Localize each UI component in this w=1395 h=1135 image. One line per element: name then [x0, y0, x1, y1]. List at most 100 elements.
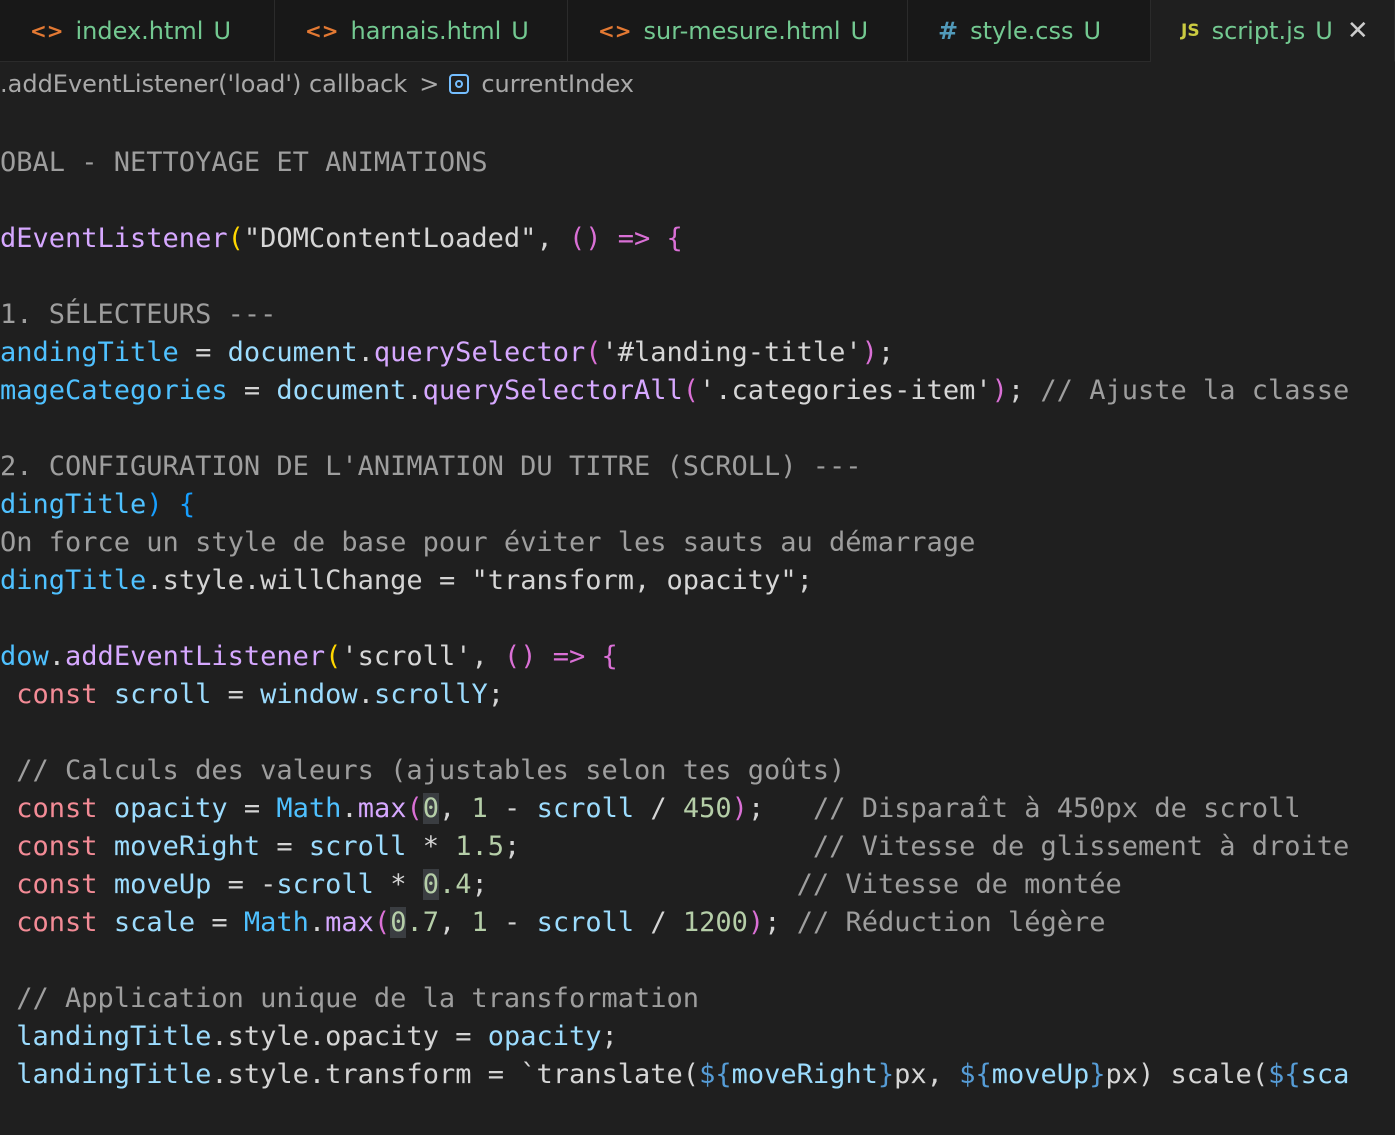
code-token: px) scale(: [1105, 1059, 1269, 1090]
code-token: .: [308, 907, 326, 938]
code-token: scrollY: [373, 679, 488, 710]
code-token: =: [227, 375, 277, 406]
tab-index-html[interactable]: <> index.html U: [0, 0, 275, 61]
code-token: .: [48, 641, 66, 672]
code-token: (: [682, 375, 700, 406]
code-token: '#landing-title': [601, 337, 862, 368]
code-line: andingTitle = document.querySelector('#l…: [0, 334, 894, 372]
breadcrumb-current-index[interactable]: currentIndex: [481, 70, 634, 98]
untracked-status: U: [511, 16, 529, 45]
code-token: const: [16, 793, 98, 824]
code-token: ): [747, 907, 765, 938]
code-token: 1: [471, 907, 488, 938]
code-token: (: [373, 907, 391, 938]
html-icon: <>: [598, 18, 632, 43]
breadcrumb-callback[interactable]: .addEventListener('load') callback: [0, 70, 407, 98]
code-token: window: [260, 679, 358, 710]
code-line: 1. SÉLECTEURS ---: [0, 299, 277, 330]
code-token: /: [634, 793, 683, 824]
code-token: ): [861, 337, 878, 368]
code-token: .: [308, 1021, 326, 1052]
code-token: 1: [471, 793, 488, 824]
code-token: Math: [276, 793, 342, 824]
code-token: (: [406, 793, 423, 824]
code-token: {: [178, 489, 196, 520]
code-token: (: [325, 641, 342, 672]
code-token: ;: [764, 907, 797, 938]
code-token: const: [16, 907, 98, 938]
code-token: max: [357, 793, 407, 824]
tab-style-css[interactable]: # style.css U: [908, 0, 1151, 61]
code-token: ${: [1268, 1059, 1301, 1090]
code-token: transform: [325, 1059, 472, 1090]
code-token: '.categories-item': [699, 375, 992, 406]
code-token: ${: [959, 1059, 992, 1090]
code-token: /: [634, 907, 683, 938]
code-token: (): [568, 223, 602, 254]
code-token: style: [227, 1059, 309, 1090]
code-line: // Calculs des valeurs (ajustables selon…: [0, 755, 846, 786]
code-token: const: [16, 831, 98, 862]
code-token: ;: [487, 679, 505, 710]
code-token: .7: [406, 907, 439, 938]
chevron-right-icon: >: [419, 70, 440, 98]
code-line: dingTitle.style.willChange = "transform,…: [0, 562, 813, 600]
code-token: =: [178, 337, 228, 368]
code-token: =: [195, 907, 244, 938]
code-token: .4: [438, 869, 472, 900]
code-token: 450: [682, 793, 732, 824]
code-token: moveRight: [731, 1059, 878, 1090]
tab-sur-mesure-html[interactable]: <> sur-mesure.html U: [568, 0, 908, 61]
code-token: ): [146, 489, 163, 520]
untracked-status: U: [1083, 16, 1102, 45]
code-token: =>: [536, 641, 602, 672]
code-token: =: [422, 565, 472, 596]
code-token: .: [146, 565, 163, 596]
tab-label: script.js: [1211, 16, 1306, 45]
code-token: ${: [699, 1059, 732, 1090]
code-token: dEventListener: [0, 223, 228, 254]
code-line: const opacity = Math.max(0, 1 - scroll /…: [0, 790, 1301, 828]
code-token: landingTitle: [16, 1021, 212, 1052]
code-token: ,: [439, 907, 472, 938]
code-token: 0: [422, 793, 439, 824]
code-line: const moveUp = -scroll * 0.4; // Vitesse…: [0, 866, 1122, 904]
tab-label: style.css: [970, 16, 1074, 45]
code-editor[interactable]: OBAL - NETTOYAGE ET ANIMATIONS dEventLis…: [0, 106, 1395, 1135]
code-token: }: [877, 1059, 895, 1090]
code-token: ;: [796, 565, 813, 596]
html-icon: <>: [30, 18, 64, 43]
code-line: // Application unique de la transformati…: [0, 983, 699, 1014]
code-token: 1.5: [455, 831, 505, 862]
untracked-status: U: [1315, 16, 1333, 45]
variable-icon: [449, 74, 470, 94]
code-token: moveUp: [113, 869, 212, 900]
code-line: OBAL - NETTOYAGE ET ANIMATIONS: [0, 147, 488, 178]
tab-script-js[interactable]: JS script.js U ✕: [1151, 0, 1395, 62]
code-token: =: [211, 679, 261, 710]
code-token: = -: [211, 869, 277, 900]
code-line: dEventListener("DOMContentLoaded", () =>…: [0, 220, 683, 258]
code-token: opacity: [325, 1021, 439, 1052]
close-icon[interactable]: ✕: [1347, 16, 1369, 46]
code-token: .: [308, 1059, 326, 1090]
code-token: // Vitesse de glissement à droite: [812, 831, 1350, 862]
code-token: ;: [877, 337, 895, 368]
code-token: *: [406, 831, 456, 862]
code-token: scroll: [276, 869, 374, 900]
code-token: .: [211, 1059, 228, 1090]
code-token: ): [991, 375, 1008, 406]
code-token: ): [731, 793, 748, 824]
tab-harnais-html[interactable]: <> harnais.html U: [275, 0, 568, 61]
code-token: dingTitle: [0, 565, 147, 596]
code-token: ,: [536, 223, 569, 254]
